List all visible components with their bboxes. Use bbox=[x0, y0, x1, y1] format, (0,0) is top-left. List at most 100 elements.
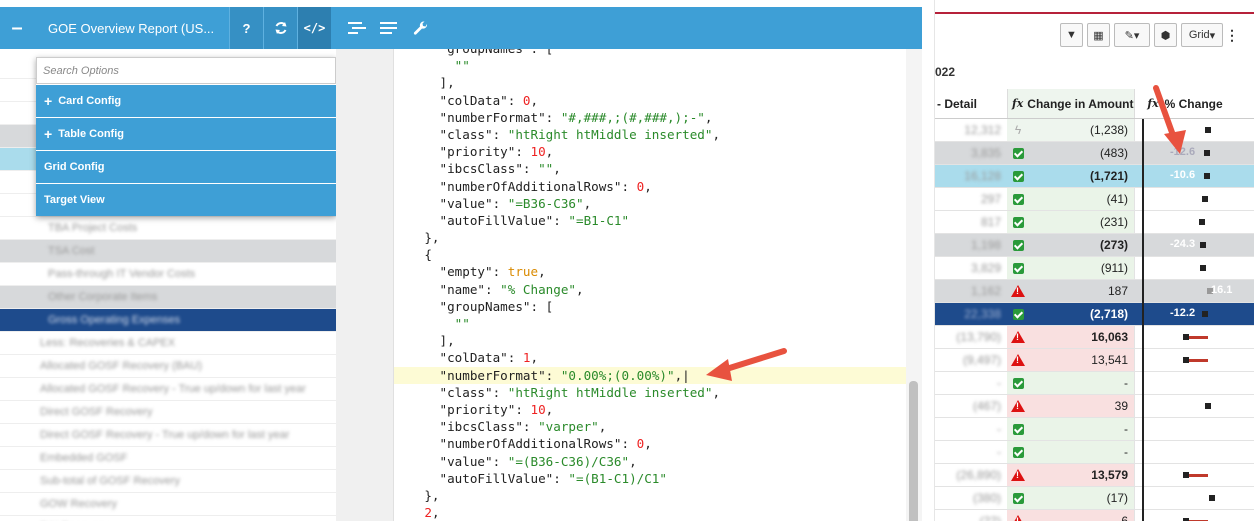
report-row[interactable]: Direct GOSF Recovery bbox=[0, 401, 336, 424]
code-area[interactable]: 112 "groupNames": [ ""113 ],114 "colData… bbox=[394, 49, 906, 521]
change-amount-cell[interactable]: (17) bbox=[1029, 487, 1134, 509]
scrollbar-thumb[interactable] bbox=[909, 381, 918, 521]
code-view-button[interactable]: </> bbox=[297, 7, 331, 49]
change-amount-header[interactable]: fx Change in Amount bbox=[1007, 89, 1134, 118]
change-amount-cell[interactable]: - bbox=[1029, 418, 1134, 440]
change-amount-cell[interactable]: (41) bbox=[1029, 188, 1134, 210]
change-amount-cell[interactable]: (231) bbox=[1029, 211, 1134, 233]
code-line[interactable]: 113 ], bbox=[394, 74, 906, 91]
grid-row[interactable]: 22,338 (2,718) -12.2 bbox=[935, 303, 1254, 326]
change-amount-cell[interactable]: (483) bbox=[1029, 142, 1134, 164]
change-amount-cell[interactable]: 13,541 bbox=[1029, 349, 1134, 371]
pct-change-cell[interactable] bbox=[1134, 441, 1254, 463]
grid-row[interactable]: 817 (231) bbox=[935, 211, 1254, 234]
change-amount-cell[interactable]: 187 bbox=[1029, 280, 1134, 302]
code-line[interactable]: 115 "numberFormat": "#,###,;(#,###,);-", bbox=[394, 109, 906, 126]
grid-row[interactable]: (9,497) 13,541 bbox=[935, 349, 1254, 372]
report-row[interactable]: Gross Operating Expenses bbox=[0, 309, 336, 332]
pct-change-cell[interactable] bbox=[1134, 464, 1254, 486]
pct-change-cell[interactable] bbox=[1134, 372, 1254, 394]
change-amount-cell[interactable]: (911) bbox=[1029, 257, 1134, 279]
report-row[interactable]: RAI Recovery bbox=[0, 516, 336, 521]
report-row[interactable]: TSA Cost bbox=[0, 240, 336, 263]
pct-change-cell[interactable] bbox=[1134, 326, 1254, 348]
change-amount-cell[interactable]: (2,718) bbox=[1029, 303, 1134, 325]
cube-button[interactable]: ⬢ bbox=[1154, 23, 1177, 47]
change-amount-cell[interactable]: 6 bbox=[1029, 510, 1134, 521]
edit-menu-button[interactable]: ✎▾ bbox=[1114, 23, 1150, 47]
pct-change-cell[interactable] bbox=[1134, 418, 1254, 440]
menu-item-grid-config[interactable]: Grid Config bbox=[36, 150, 336, 183]
menu-item-target-view[interactable]: Target View bbox=[36, 183, 336, 216]
change-amount-cell[interactable]: 13,579 bbox=[1029, 464, 1134, 486]
grid-row[interactable]: (467) 39 bbox=[935, 395, 1254, 418]
repair-button[interactable] bbox=[410, 17, 432, 39]
filter-button[interactable]: ▼ bbox=[1060, 23, 1083, 47]
change-amount-cell[interactable]: 39 bbox=[1029, 395, 1134, 417]
report-row[interactable]: TBA Project Costs bbox=[0, 217, 336, 240]
change-amount-cell[interactable]: (1,721) bbox=[1029, 165, 1134, 187]
menu-item-table-config[interactable]: + Table Config bbox=[36, 117, 336, 150]
grid-view-dropdown[interactable]: Grid ▾ bbox=[1181, 23, 1223, 47]
report-row[interactable]: Sub-total of GOSF Recovery bbox=[0, 470, 336, 493]
pct-change-cell[interactable] bbox=[1134, 510, 1254, 521]
grid-row[interactable]: (26,890) 13,579 bbox=[935, 464, 1254, 487]
code-line[interactable]: 120 "value": "=B36-C36", bbox=[394, 195, 906, 212]
code-line[interactable]: 129 "colData": 1, bbox=[394, 349, 906, 366]
code-line[interactable]: 128 ], bbox=[394, 332, 906, 349]
code-line[interactable]: 126▾ "groupNames": [ bbox=[394, 298, 906, 315]
grid-row[interactable]: (380) (17) bbox=[935, 487, 1254, 510]
grid-row[interactable]: -- bbox=[935, 418, 1254, 441]
pct-change-cell[interactable] bbox=[1134, 211, 1254, 233]
pct-change-cell[interactable] bbox=[1134, 395, 1254, 417]
pct-change-cell[interactable]: -12.2 bbox=[1134, 303, 1254, 325]
grid-row[interactable]: 16,128 (1,721) -10.6 bbox=[935, 165, 1254, 188]
change-amount-cell[interactable]: (1,238) bbox=[1029, 119, 1134, 141]
calculator-button[interactable]: ▦ bbox=[1087, 23, 1110, 47]
code-line[interactable]: 136 "autoFillValue": "=(B1-C1)/C1" bbox=[394, 470, 906, 487]
grid-row[interactable]: -- bbox=[935, 372, 1254, 395]
grid-row[interactable]: (13,790) 16,063 bbox=[935, 326, 1254, 349]
report-row[interactable]: Pass-through IT Vendor Costs bbox=[0, 263, 336, 286]
code-line[interactable]: 121 "autoFillValue": "=B1-C1" bbox=[394, 212, 906, 229]
change-amount-cell[interactable]: 16,063 bbox=[1029, 326, 1134, 348]
report-row[interactable]: Embedded GOSF bbox=[0, 447, 336, 470]
code-line[interactable]: 116 "class": "htRight htMiddle inserted"… bbox=[394, 126, 906, 143]
grid-row[interactable]: 1,162 187 16.1 bbox=[935, 280, 1254, 303]
detail-header[interactable]: - Detail bbox=[935, 89, 1007, 118]
code-line[interactable]: 135 "value": "=(B36-C36)/C36", bbox=[394, 453, 906, 470]
pct-change-cell[interactable] bbox=[1134, 257, 1254, 279]
code-line[interactable]: 118 "ibcsClass": "", bbox=[394, 160, 906, 177]
code-line[interactable]: "" bbox=[394, 57, 906, 74]
code-line[interactable]: 131 "class": "htRight htMiddle inserted"… bbox=[394, 384, 906, 401]
report-row[interactable]: GOW Recovery bbox=[0, 493, 336, 516]
pct-change-cell[interactable] bbox=[1134, 487, 1254, 509]
code-line[interactable]: 114 "colData": 0, bbox=[394, 92, 906, 109]
code-line[interactable]: 117 "priority": 10, bbox=[394, 143, 906, 160]
report-row[interactable]: Allocated GOSF Recovery - True up/down f… bbox=[0, 378, 336, 401]
change-amount-cell[interactable]: - bbox=[1029, 441, 1134, 463]
grid-row[interactable]: -- bbox=[935, 441, 1254, 464]
grid-row[interactable]: (22) 6 bbox=[935, 510, 1254, 521]
search-options-input[interactable]: Search Options bbox=[36, 57, 336, 84]
help-button[interactable]: ? bbox=[229, 7, 263, 49]
collapse-button[interactable]: – bbox=[0, 7, 34, 49]
code-line[interactable]: 132 "priority": 10, bbox=[394, 401, 906, 418]
code-line[interactable]: 134 "numberOfAdditionalRows": 0, bbox=[394, 435, 906, 452]
code-line[interactable]: 119 "numberOfAdditionalRows": 0, bbox=[394, 178, 906, 195]
grid-row[interactable]: 297 (41) bbox=[935, 188, 1254, 211]
code-line[interactable]: 125 "name": "% Change", bbox=[394, 281, 906, 298]
pct-change-cell[interactable]: -10.6 bbox=[1134, 165, 1254, 187]
grid-row[interactable]: 12,312 ϟ (1,238) bbox=[935, 119, 1254, 142]
more-options-button[interactable]: ⋮ bbox=[1225, 23, 1239, 47]
report-row[interactable]: Allocated GOSF Recovery (BAU) bbox=[0, 355, 336, 378]
grid-row[interactable]: 1,198 (273) -24.3 bbox=[935, 234, 1254, 257]
grid-row[interactable]: 3,829 (911) bbox=[935, 257, 1254, 280]
code-line[interactable]: 133 "ibcsClass": "varper", bbox=[394, 418, 906, 435]
pct-change-cell[interactable] bbox=[1134, 188, 1254, 210]
change-amount-cell[interactable]: (273) bbox=[1029, 234, 1134, 256]
report-row[interactable]: Direct GOSF Recovery - True up/down for … bbox=[0, 424, 336, 447]
menu-item-card-config[interactable]: + Card Config bbox=[36, 84, 336, 117]
format-button[interactable] bbox=[346, 17, 368, 39]
report-row[interactable]: Less: Recoveries & CAPEX bbox=[0, 332, 336, 355]
